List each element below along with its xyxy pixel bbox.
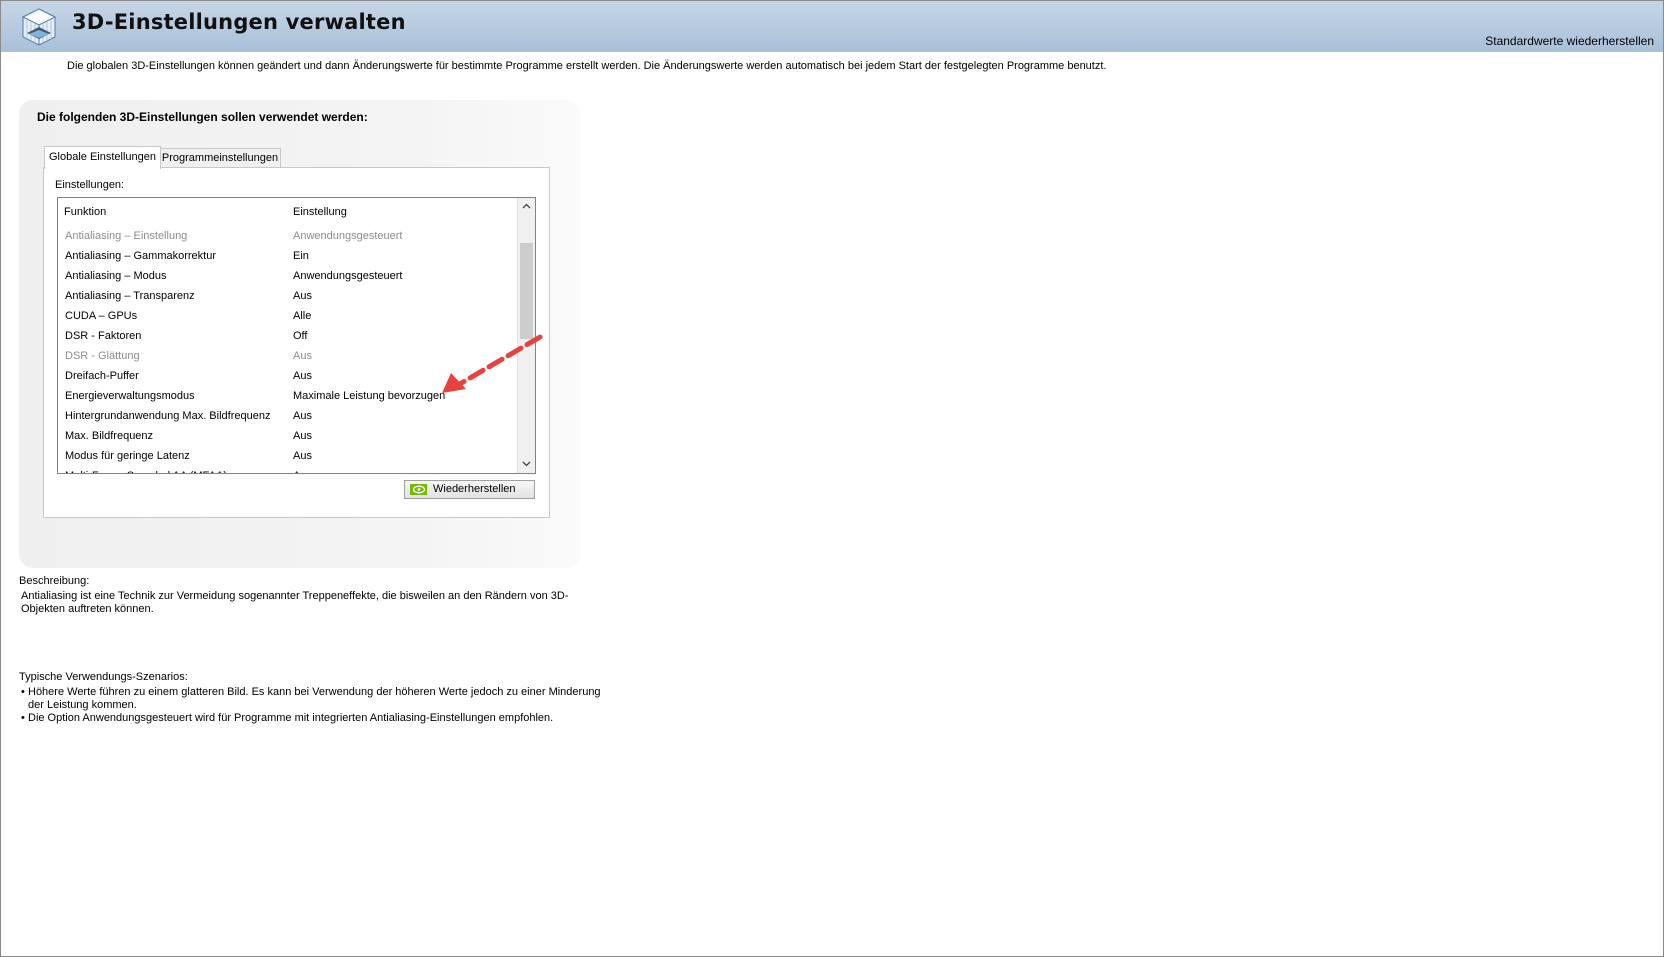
row-function: Max. Bildfrequenz <box>65 430 154 442</box>
column-header-setting[interactable]: Einstellung <box>287 198 493 226</box>
settings-label: Einstellungen: <box>55 179 125 191</box>
scroll-down-icon[interactable] <box>518 456 535 473</box>
list-item: • Die Option Anwendungsgesteuert wird für… <box>21 712 611 725</box>
3d-cube-icon <box>21 8 57 46</box>
restore-button[interactable]: Wiederherstellen <box>404 480 535 499</box>
row-setting[interactable]: Aus <box>293 406 312 426</box>
scroll-up-icon[interactable] <box>518 198 535 215</box>
nvidia-logo-icon <box>410 484 427 495</box>
table-row[interactable]: Antialiasing – Transparenz Aus <box>58 286 517 306</box>
bullet-icon: • <box>21 686 25 698</box>
table-row[interactable]: Modus für geringe Latenz Aus <box>58 446 517 466</box>
tab-global-settings[interactable]: Globale Einstellungen <box>44 146 161 169</box>
description-label: Beschreibung: <box>19 575 90 587</box>
row-function: Multi-Frame Sampled AA (MFAA) <box>65 466 227 473</box>
row-setting[interactable]: Aus <box>293 426 312 446</box>
row-setting[interactable]: Aus <box>293 346 312 366</box>
table-row[interactable]: Antialiasing – Gammakorrektur Ein <box>58 246 517 266</box>
table-row[interactable]: Antialiasing – Einstellung Anwendungsgest… <box>58 226 517 246</box>
row-function: Energieverwaltungsmodus <box>65 390 195 402</box>
table-row[interactable]: Max. Bildfrequenz Aus <box>58 426 517 446</box>
table-row[interactable]: Antialiasing – Modus Anwendungsgesteuert <box>58 266 517 286</box>
row-function: CUDA – GPUs <box>65 310 138 322</box>
scroll-thumb[interactable] <box>520 243 533 339</box>
row-setting[interactable]: Ein <box>293 246 309 266</box>
list-item-text: Die Option Anwendungsgesteuert wird für … <box>28 712 554 724</box>
usage-list: • Höhere Werte führen zu einem glatteren … <box>21 686 611 725</box>
row-setting[interactable]: Off <box>293 326 307 346</box>
row-setting[interactable]: Anwendungsgesteuert <box>293 266 402 286</box>
row-setting[interactable]: Maximale Leistung bevorzugen <box>293 386 445 406</box>
row-function: Dreifach-Puffer <box>65 370 139 382</box>
bullet-icon: • <box>21 712 25 724</box>
row-setting[interactable]: Aus <box>293 446 312 466</box>
row-function: DSR - Faktoren <box>65 330 142 342</box>
row-function: Modus für geringe Latenz <box>65 450 190 462</box>
table-row[interactable]: Multi-Frame Sampled AA (MFAA) Aus <box>58 466 517 473</box>
row-setting[interactable]: Alle <box>293 306 311 326</box>
description-text: Antialiasing ist eine Technik zur Vermei… <box>21 590 569 615</box>
row-setting[interactable]: Aus <box>293 366 312 386</box>
row-setting[interactable]: Anwendungsgesteuert <box>293 226 402 246</box>
usage-label: Typische Verwendungs-Szenarios: <box>19 671 188 683</box>
page-header: 3D-Einstellungen verwalten Standardwerte… <box>1 1 1663 52</box>
table-row[interactable]: CUDA – GPUs Alle <box>58 306 517 326</box>
row-function: DSR - Glättung <box>65 350 140 362</box>
list-item-text: Höhere Werte führen zu einem glatteren B… <box>28 686 601 711</box>
row-function: Antialiasing – Gammakorrektur <box>65 250 217 262</box>
annotation-arrow-icon <box>442 334 543 393</box>
row-setting[interactable]: Aus <box>293 286 312 306</box>
restore-defaults-link[interactable]: Standardwerte wiederherstellen <box>1485 34 1654 48</box>
restore-button-label: Wiederherstellen <box>433 483 516 495</box>
page-title: 3D-Einstellungen verwalten <box>72 10 406 34</box>
row-function: Hintergrundanwendung Max. Bildfrequenz <box>65 410 271 422</box>
intro-text: Die globalen 3D-Einstellungen können geä… <box>67 60 1107 72</box>
tab-program-settings[interactable]: Programmeinstellungen <box>159 148 281 168</box>
row-function: Antialiasing – Einstellung <box>65 230 188 242</box>
column-header-function[interactable]: Funktion <box>58 198 293 226</box>
row-function: Antialiasing – Modus <box>65 270 167 282</box>
row-setting[interactable]: Aus <box>293 466 312 473</box>
group-title: Die folgenden 3D-Einstellungen sollen ve… <box>37 110 368 124</box>
table-row[interactable]: Hintergrundanwendung Max. Bildfrequenz Au… <box>58 406 517 426</box>
row-function: Antialiasing – Transparenz <box>65 290 195 302</box>
list-item: • Höhere Werte führen zu einem glatteren … <box>21 686 611 712</box>
